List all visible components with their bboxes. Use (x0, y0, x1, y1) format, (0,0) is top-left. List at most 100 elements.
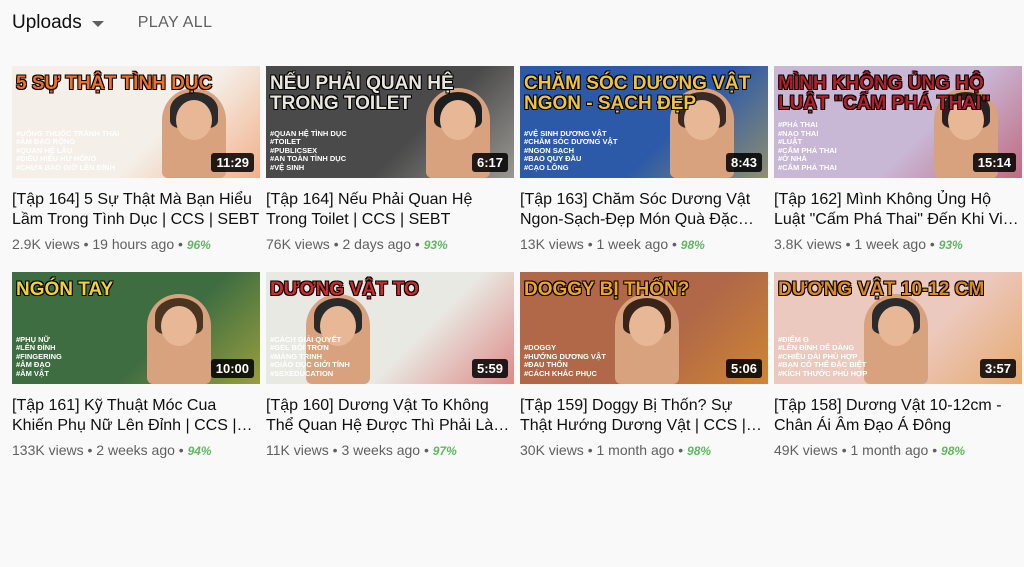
thumbnail-hashtag: #sexeducation (270, 368, 334, 378)
thumbnail-headline: Chăm sóc dương vật Ngon - Sạch Đẹp (524, 73, 751, 114)
video-metadata: 133K views • 2 weeks ago • 94% (12, 442, 260, 458)
separator-dot: • (674, 442, 688, 458)
video-thumbnail[interactable]: 5 Sự Thật Tình Dục #uống thuốc tránh thai… (12, 66, 260, 178)
thumbnail-headline: Dương Vật 10-12 cm (778, 279, 985, 300)
like-ratio: 98% (941, 444, 966, 458)
thumbnail-headline: Dương Vật To (270, 279, 419, 300)
thumbnail-headline: Ngón tay (16, 279, 114, 300)
thumbnail-hashtag: #cạo lông (524, 162, 569, 172)
caret-down-icon (91, 21, 104, 27)
video-card[interactable]: Dương Vật 10-12 cm #điểm g #lên đỉnh dễ dà… (774, 272, 1022, 458)
duration-badge: 11:29 (211, 153, 254, 172)
video-title[interactable]: [Tập 161] Kỹ Thuật Móc Cua Khiến Phụ Nữ … (12, 396, 260, 436)
video-card[interactable]: Dương Vật To #cách giải quyết #gel bôi trơ… (266, 272, 514, 458)
video-card[interactable]: Mình không ủng hộ luật "Cấm phá thai" #ph… (774, 66, 1022, 252)
video-thumbnail[interactable]: Dương Vật 10-12 cm #điểm g #lên đỉnh dễ dà… (774, 272, 1022, 384)
video-thumbnail[interactable]: Ngón tay #phụ nữ #lên đỉnh #fingering #âm đạ… (12, 272, 260, 384)
upload-age: 1 week ago (596, 236, 669, 252)
like-ratio: 93% (423, 238, 448, 252)
like-ratio: 98% (680, 238, 705, 252)
separator-dot: • (837, 442, 851, 458)
separator-dot: • (83, 442, 97, 458)
thumbnail-headline: 5 Sự Thật Tình Dục (16, 73, 213, 94)
view-count: 11K views (266, 442, 329, 458)
video-card[interactable]: Nếu Phải Quan Hệ Trong Toilet #quan hệ tì… (266, 66, 514, 252)
video-thumbnail[interactable]: Chăm sóc dương vật Ngon - Sạch Đẹp #vệ si… (520, 66, 768, 178)
video-metadata: 76K views • 2 days ago • 93% (266, 236, 514, 252)
separator-dot: • (79, 236, 93, 252)
video-title[interactable]: [Tập 163] Chăm Sóc Dương Vật Ngon-Sạch-Đ… (520, 190, 768, 230)
duration-badge: 15:14 (972, 153, 1016, 172)
upload-age: 3 weeks ago (341, 442, 421, 458)
thumbnail-hashtags: #cách giải quyết #gel bôi trơn #màng trinh… (270, 335, 350, 379)
thumbnail-hashtags: #doggy #hướng dương vật #đau thốn #cách khắ… (524, 343, 606, 378)
thumbnail-person-figure (864, 294, 928, 384)
video-thumbnail[interactable]: Mình không ủng hộ luật "Cấm phá thai" #ph… (774, 66, 1022, 178)
view-count: 3.8K views (774, 236, 842, 252)
upload-age: 1 month ago (596, 442, 675, 458)
video-card[interactable]: Doggy bị thốn? #doggy #hướng dương vật #đau… (520, 272, 768, 458)
duration-badge: 6:17 (471, 153, 508, 172)
thumbnail-person-figure (147, 294, 211, 384)
video-thumbnail[interactable]: Nếu Phải Quan Hệ Trong Toilet #quan hệ tì… (266, 66, 514, 178)
thumbnail-headline: Nếu Phải Quan Hệ Trong Toilet (270, 73, 454, 114)
video-grid: 5 Sự Thật Tình Dục #uống thuốc tránh thai… (12, 66, 1022, 458)
uploads-header: Uploads PLAY ALL (12, 8, 212, 38)
thumbnail-hashtags: #vệ sinh dương vật #chăm sóc dương vật #ng… (524, 129, 617, 173)
duration-badge: 5:59 (471, 359, 508, 378)
separator-dot: • (329, 236, 343, 252)
video-card[interactable]: Ngón tay #phụ nữ #lên đỉnh #fingering #âm đạ… (12, 272, 260, 458)
view-count: 76K views (266, 236, 330, 252)
separator-dot: • (328, 442, 342, 458)
view-count: 133K views (12, 442, 84, 458)
view-count: 49K views (774, 442, 838, 458)
video-title[interactable]: [Tập 158] Dương Vật 10-12cm - Chân Ái Âm… (774, 396, 1022, 436)
video-metadata: 30K views • 1 month ago • 98% (520, 442, 768, 458)
view-count: 2.9K views (12, 236, 80, 252)
view-count: 13K views (520, 236, 584, 252)
upload-age: 19 hours ago (92, 236, 175, 252)
thumbnail-hashtags: #quan hệ tình dục #toilet #publicsex #an to… (270, 129, 347, 173)
separator-dot: • (668, 236, 681, 252)
duration-badge: 8:43 (725, 153, 762, 172)
thumbnail-person-figure (615, 294, 679, 384)
thumbnail-hashtag: #âm vật (16, 368, 49, 378)
thumbnail-hashtags: #uống thuốc tránh thai #âm đạo rộng #quan … (16, 129, 119, 173)
video-metadata: 49K views • 1 month ago • 98% (774, 442, 1022, 458)
separator-dot: • (841, 236, 855, 252)
like-ratio: 94% (187, 444, 212, 458)
thumbnail-hashtags: #phá thai #nạo thai #luật #cấm phá thai #ở n… (778, 120, 837, 172)
duration-badge: 5:06 (725, 359, 762, 378)
uploads-sort-dropdown[interactable]: Uploads (12, 12, 104, 34)
separator-dot: • (411, 236, 424, 252)
video-metadata: 11K views • 3 weeks ago • 97% (266, 442, 514, 458)
view-count: 30K views (520, 442, 584, 458)
duration-badge: 3:57 (979, 359, 1016, 378)
video-thumbnail[interactable]: Doggy bị thốn? #doggy #hướng dương vật #đau… (520, 272, 768, 384)
thumbnail-headline: Doggy bị thốn? (524, 279, 690, 300)
video-card[interactable]: 5 Sự Thật Tình Dục #uống thuốc tránh thai… (12, 66, 260, 252)
separator-dot: • (174, 236, 187, 252)
like-ratio: 93% (938, 238, 963, 252)
like-ratio: 96% (186, 238, 211, 252)
thumbnail-hashtag: #cấm phá thai (778, 162, 837, 172)
uploads-label: Uploads (12, 12, 82, 33)
upload-age: 1 week ago (854, 236, 926, 252)
video-thumbnail[interactable]: Dương Vật To #cách giải quyết #gel bôi trơ… (266, 272, 514, 384)
video-title[interactable]: [Tập 160] Dương Vật To Không Thể Quan Hệ… (266, 396, 514, 436)
separator-dot: • (928, 442, 942, 458)
separator-dot: • (583, 236, 597, 252)
separator-dot: • (926, 236, 939, 252)
video-title[interactable]: [Tập 162] Mình Không Ủng Hộ Luật "Cấm Ph… (774, 190, 1022, 230)
play-all-button[interactable]: PLAY ALL (138, 14, 213, 32)
video-title[interactable]: [Tập 159] Doggy Bị Thốn? Sự Thật Hướng D… (520, 396, 768, 436)
video-metadata: 2.9K views • 19 hours ago • 96% (12, 236, 260, 252)
separator-dot: • (583, 442, 597, 458)
video-title[interactable]: [Tập 164] 5 Sự Thật Mà Bạn Hiểu Lầm Tron… (12, 190, 260, 230)
video-metadata: 3.8K views • 1 week ago • 93% (774, 236, 1022, 252)
video-card[interactable]: Chăm sóc dương vật Ngon - Sạch Đẹp #vệ si… (520, 66, 768, 252)
upload-age: 2 weeks ago (96, 442, 175, 458)
upload-age: 1 month ago (850, 442, 929, 458)
thumbnail-hashtag: #vệ sinh (270, 162, 305, 172)
video-title[interactable]: [Tập 164] Nếu Phải Quan Hệ Trong Toilet … (266, 190, 514, 230)
